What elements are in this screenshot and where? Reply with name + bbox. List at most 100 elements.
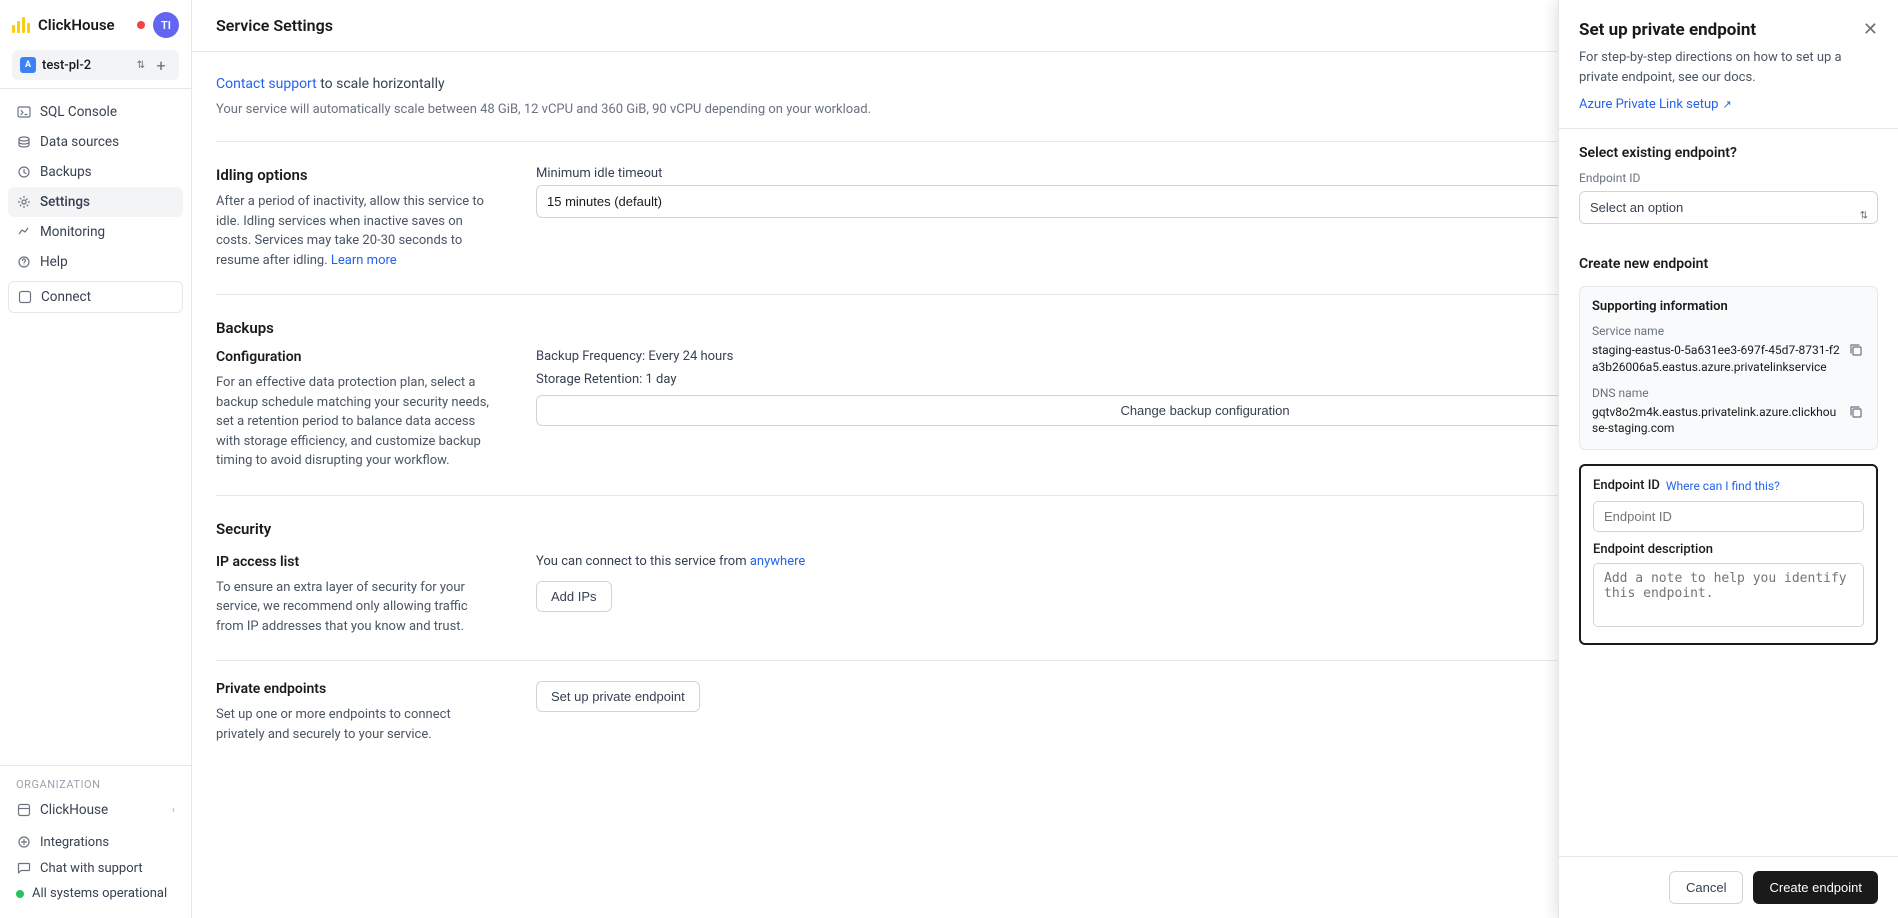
chevron-updown-icon: ⇅ — [137, 60, 145, 71]
endpoint-id-field-label: Endpoint ID Where can I find this? — [1593, 478, 1864, 493]
avatar[interactable]: TI — [153, 12, 179, 38]
select-existing-title: Select existing endpoint? — [1579, 145, 1878, 161]
create-new-title: Create new endpoint — [1579, 256, 1878, 272]
org-icon — [16, 802, 32, 818]
integrations-label: Integrations — [40, 835, 109, 850]
sidebar-item-backups[interactable]: Backups — [8, 157, 183, 187]
sidebar-item-label: Backups — [40, 164, 92, 180]
org-name: ClickHouse — [40, 802, 108, 818]
logo-bar-1 — [12, 25, 15, 33]
where-find-link[interactable]: Where can I find this? — [1666, 479, 1780, 493]
settings-icon — [16, 194, 32, 210]
backup-desc: For an effective data protection plan, s… — [216, 373, 496, 471]
backups-left: Configuration For an effective data prot… — [216, 349, 496, 471]
anywhere-link[interactable]: anywhere — [750, 554, 805, 569]
sidebar-item-monitoring[interactable]: Monitoring — [8, 217, 183, 247]
help-icon — [16, 254, 32, 270]
org-chevron-icon: › — [172, 805, 175, 816]
add-service-button[interactable]: + — [151, 55, 171, 75]
logo-bar-2 — [17, 21, 20, 33]
backup-config-title: Configuration — [216, 349, 496, 365]
endpoint-id-input[interactable] — [1593, 501, 1864, 532]
dns-name-value-row: gqtv8o2m4k.eastus.privatelink.azure.clic… — [1592, 404, 1865, 438]
copy-service-name-button[interactable] — [1847, 342, 1865, 358]
app-name: ClickHouse — [38, 16, 115, 34]
setup-private-endpoint-button[interactable]: Set up private endpoint — [536, 681, 700, 712]
sidebar-item-settings[interactable]: Settings — [8, 187, 183, 217]
idling-title: Idling options — [216, 166, 496, 184]
sidebar-item-label: Data sources — [40, 134, 119, 150]
existing-endpoint-select[interactable]: Select an option — [1579, 191, 1878, 224]
integrations-link[interactable]: Integrations — [8, 829, 183, 855]
azure-link-text: Azure Private Link setup — [1579, 97, 1718, 112]
supporting-title: Supporting information — [1592, 299, 1865, 314]
create-endpoint-button[interactable]: Create endpoint — [1753, 871, 1878, 904]
idling-desc: After a period of inactivity, allow this… — [216, 192, 496, 270]
monitoring-icon — [16, 224, 32, 240]
service-name: test-pl-2 — [42, 58, 131, 73]
sidebar-item-help[interactable]: Help — [8, 247, 183, 277]
connect-icon — [17, 289, 33, 305]
private-left: Private endpoints Set up one or more end… — [216, 681, 496, 744]
ip-left: IP access list To ensure an extra layer … — [216, 554, 496, 637]
learn-more-link[interactable]: Learn more — [331, 253, 397, 268]
panel-footer: Cancel Create endpoint — [1559, 856, 1898, 918]
logo-icon — [12, 17, 30, 33]
sidebar-item-data-sources[interactable]: Data sources — [8, 127, 183, 157]
service-selector[interactable]: A test-pl-2 ⇅ + — [12, 50, 179, 80]
ip-title: IP access list — [216, 554, 496, 570]
main-nav: SQL Console Data sources Backups Setting… — [0, 89, 191, 765]
dns-name-value: gqtv8o2m4k.eastus.privatelink.azure.clic… — [1592, 404, 1841, 438]
panel-title-row: Set up private endpoint ✕ — [1579, 20, 1878, 40]
endpoint-id-section: Endpoint ID Where can I find this? Endpo… — [1579, 464, 1878, 645]
sidebar-item-label: Help — [40, 254, 68, 270]
add-ips-button[interactable]: Add IPs — [536, 581, 612, 612]
sidebar-item-connect[interactable]: Connect — [8, 281, 183, 313]
panel-close-button[interactable]: ✕ — [1863, 20, 1878, 38]
panel-title: Set up private endpoint — [1579, 20, 1756, 40]
sidebar-item-label: SQL Console — [40, 104, 117, 120]
bottom-links: Integrations Chat with support All syste… — [8, 829, 183, 906]
status-indicator — [137, 21, 145, 29]
azure-link[interactable]: Azure Private Link setup ↗ — [1579, 97, 1878, 112]
org-item[interactable]: ClickHouse › — [8, 795, 183, 825]
private-endpoint-panel: Set up private endpoint ✕ For step-by-st… — [1558, 0, 1898, 918]
connect-label: Connect — [41, 289, 91, 305]
service-name-field: Service name staging-eastus-0-5a631ee3-6… — [1592, 324, 1865, 376]
service-name-value-row: staging-eastus-0-5a631ee3-697f-45d7-8731… — [1592, 342, 1865, 376]
private-desc: Set up one or more endpoints to connect … — [216, 705, 496, 744]
chat-support-link[interactable]: Chat with support — [8, 855, 183, 881]
data-sources-icon — [16, 134, 32, 150]
cancel-button[interactable]: Cancel — [1669, 871, 1743, 904]
integrations-icon — [16, 834, 32, 850]
service-name-value: staging-eastus-0-5a631ee3-697f-45d7-8731… — [1592, 342, 1841, 376]
scale-suffix: to scale horizontally — [317, 76, 445, 92]
status-link: All systems operational — [8, 881, 183, 906]
supporting-info-box: Supporting information Service name stag… — [1579, 286, 1878, 450]
status-dot-icon — [16, 890, 24, 898]
sidebar-bottom: Organization ClickHouse › Integrations C… — [0, 765, 191, 918]
chat-support-label: Chat with support — [40, 861, 143, 876]
ip-desc: To ensure an extra layer of security for… — [216, 578, 496, 637]
panel-header: Set up private endpoint ✕ For step-by-st… — [1559, 0, 1898, 129]
sidebar-item-label: Monitoring — [40, 224, 105, 240]
contact-support-link[interactable]: Contact support — [216, 76, 317, 92]
status-label: All systems operational — [32, 886, 167, 901]
panel-body: Select existing endpoint? Endpoint ID Se… — [1559, 129, 1898, 856]
sidebar-item-sql-console[interactable]: SQL Console — [8, 97, 183, 127]
endpoint-desc-textarea[interactable] — [1593, 563, 1864, 627]
sql-console-icon — [16, 104, 32, 120]
copy-dns-name-button[interactable] — [1847, 404, 1865, 420]
endpoint-desc-label: Endpoint description — [1593, 542, 1864, 557]
service-icon: A — [20, 57, 36, 73]
idling-left: Idling options After a period of inactiv… — [216, 166, 496, 270]
logo-row: ClickHouse TI — [12, 12, 179, 38]
backups-icon — [16, 164, 32, 180]
organization-label: Organization — [8, 774, 183, 795]
service-name-label: Service name — [1592, 324, 1865, 338]
dns-name-field: DNS name gqtv8o2m4k.eastus.privatelink.a… — [1592, 386, 1865, 438]
dns-name-label: DNS name — [1592, 386, 1865, 400]
panel-desc: For step-by-step directions on how to se… — [1579, 48, 1878, 87]
sidebar-top: ClickHouse TI A test-pl-2 ⇅ + — [0, 0, 191, 89]
private-title: Private endpoints — [216, 681, 496, 697]
